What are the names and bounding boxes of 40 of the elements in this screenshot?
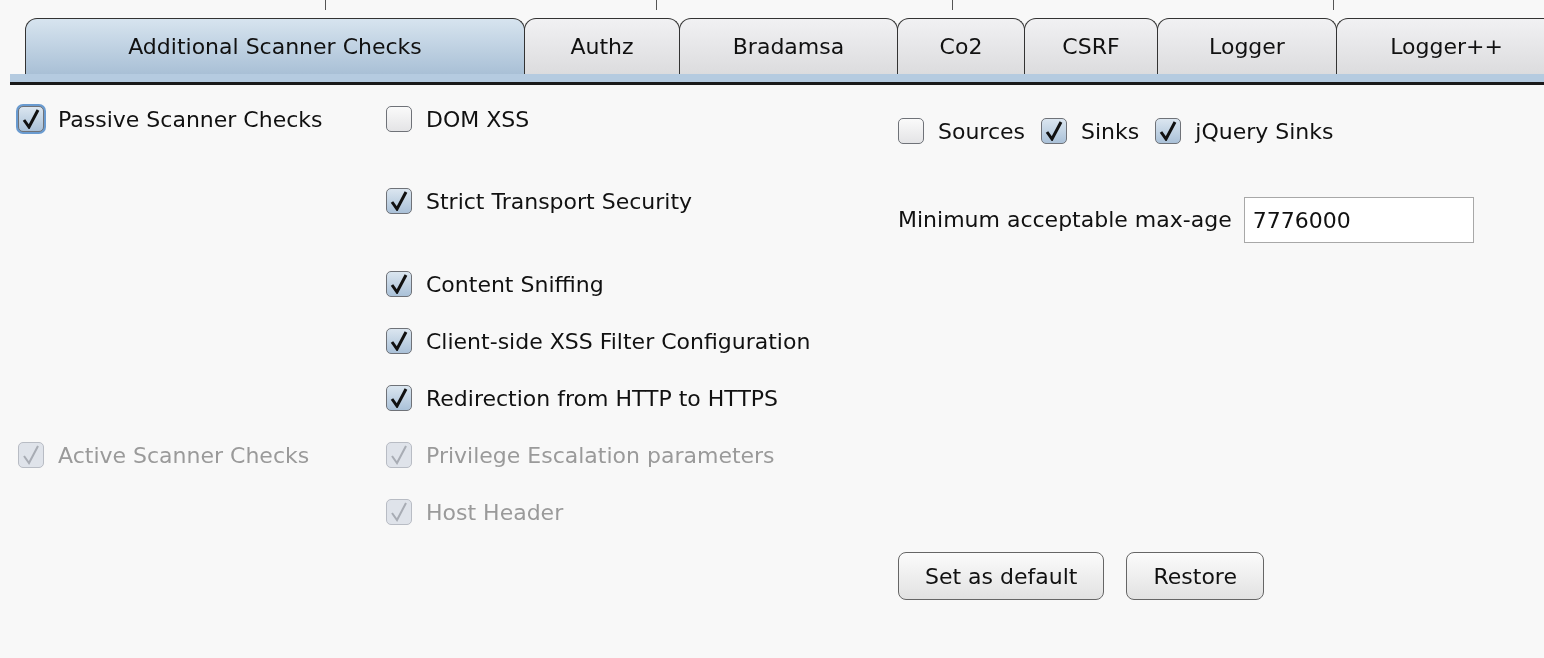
tab[interactable]: Bradamsa <box>679 18 898 74</box>
check-icon <box>22 445 40 465</box>
checkbox-box[interactable] <box>386 106 412 132</box>
check-icon <box>1045 121 1064 141</box>
tab[interactable]: CSRF <box>1024 18 1158 74</box>
checkbox-label: DOM XSS <box>426 106 530 132</box>
check-icon <box>390 274 408 294</box>
checkbox-box[interactable] <box>386 188 412 214</box>
button[interactable]: Set as default <box>898 552 1105 600</box>
checkbox[interactable]: DOM XSS <box>386 106 530 132</box>
checkbox-box[interactable] <box>898 118 924 144</box>
checkbox-box[interactable] <box>386 385 412 411</box>
checkbox[interactable]: Content Sniffing <box>386 271 604 297</box>
tab[interactable]: Additional Scanner Checks <box>25 18 525 74</box>
check-icon <box>22 109 40 129</box>
checkbox-box[interactable] <box>386 328 412 354</box>
checkbox-label: Sources <box>938 118 1026 144</box>
tab[interactable]: Logger <box>1157 18 1337 74</box>
button[interactable]: Restore <box>1126 552 1264 600</box>
checkbox-label: Sinks <box>1081 118 1140 144</box>
checkbox-label: Host Header <box>426 499 564 525</box>
check-icon <box>390 331 408 351</box>
tab[interactable]: Authz <box>524 18 680 74</box>
checkbox-label: jQuery Sinks <box>1195 118 1334 144</box>
checkbox[interactable]: Sources <box>898 118 1026 144</box>
tab[interactable]: Logger++ <box>1336 18 1544 74</box>
checkbox[interactable]: Sinks <box>1041 118 1140 144</box>
checkbox-label: Content Sniffing <box>426 271 604 297</box>
check-icon <box>390 502 408 522</box>
checkbox[interactable]: jQuery Sinks <box>1155 118 1334 144</box>
checkbox-box[interactable] <box>1155 118 1182 144</box>
check-icon <box>1159 121 1178 141</box>
check-icon <box>390 191 408 211</box>
tab[interactable]: Co2 <box>897 18 1025 74</box>
max-age-field[interactable]: 7776000 <box>1243 197 1474 243</box>
check-icon <box>390 388 408 408</box>
checkbox-box[interactable] <box>1041 118 1068 144</box>
field-label: Minimum acceptable max-age <box>898 206 1232 234</box>
checkbox-box[interactable] <box>386 271 412 297</box>
check-icon <box>390 445 408 465</box>
